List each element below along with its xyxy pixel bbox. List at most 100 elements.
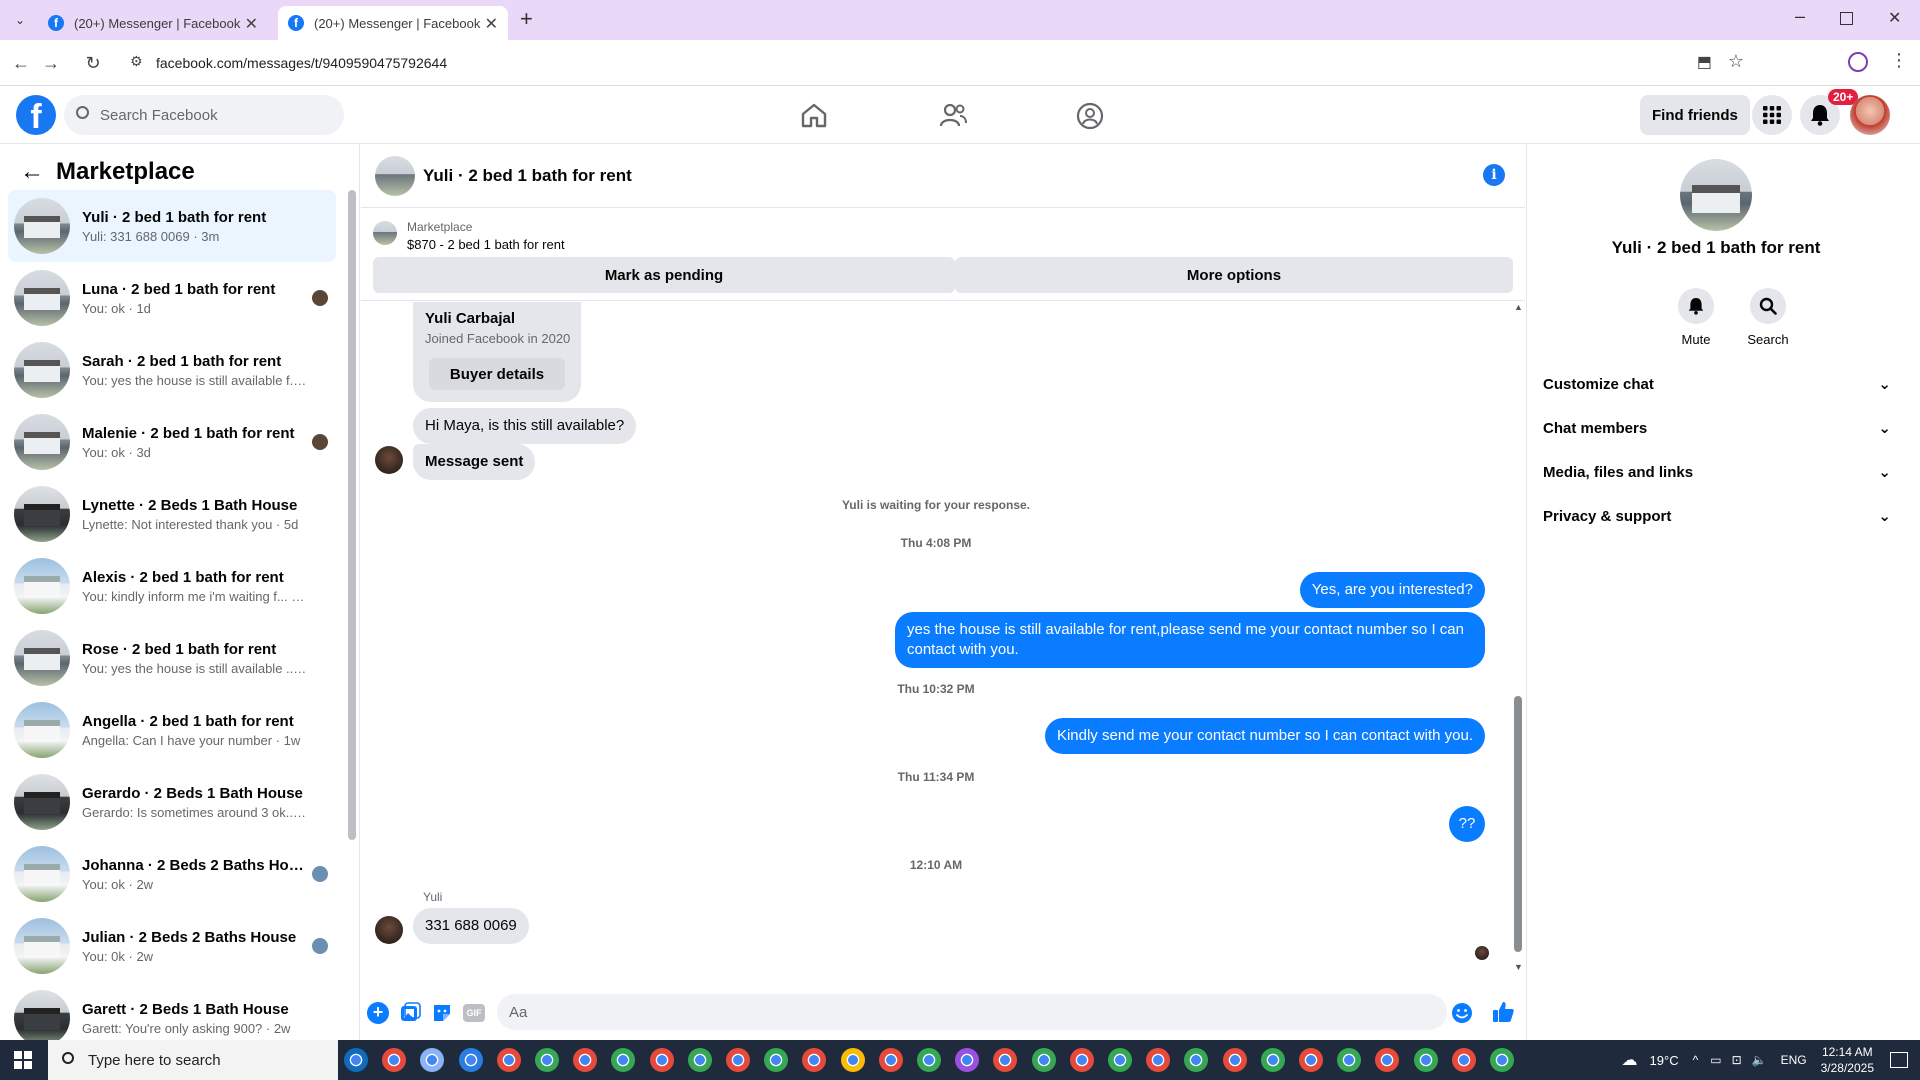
bookmark-star-icon[interactable]: ☆ — [1728, 51, 1744, 72]
taskbar-app-icon[interactable] — [1451, 1048, 1476, 1072]
taskbar-app-icon[interactable] — [1375, 1048, 1400, 1072]
listing-title[interactable]: $870 - 2 bed 1 bath for rent — [407, 237, 565, 252]
taskbar-app-icon[interactable] — [840, 1048, 865, 1072]
weather-icon[interactable]: ☁ — [1622, 1050, 1638, 1070]
tray-chevron-icon[interactable]: ^ — [1693, 1053, 1699, 1067]
taskbar-app-icon[interactable] — [1299, 1048, 1323, 1072]
find-friends-button[interactable]: Find friends — [1640, 95, 1750, 135]
friends-icon[interactable] — [938, 102, 968, 128]
taskbar-app-icon[interactable] — [1184, 1048, 1209, 1072]
account-avatar[interactable] — [1850, 95, 1890, 135]
volume-icon[interactable]: 🔈 — [1752, 1053, 1767, 1067]
conversation-item[interactable]: Alexis · 2 bed 1 bath for rent You: kindl… — [8, 550, 336, 622]
site-info-icon[interactable]: ⚙ — [130, 53, 143, 70]
message-bubble[interactable]: yes the house is still available for ren… — [895, 612, 1485, 668]
taskbar-app-icon[interactable] — [993, 1048, 1018, 1072]
taskbar-app-icon[interactable] — [611, 1048, 636, 1072]
taskbar-app-icon[interactable] — [687, 1048, 712, 1072]
chat-members-section[interactable]: Chat members ⌄ — [1543, 406, 1891, 450]
language-indicator[interactable]: ENG — [1781, 1053, 1807, 1067]
conversation-item[interactable]: Lynette · 2 Beds 1 Bath House Lynette: No… — [8, 478, 336, 550]
close-window-icon[interactable]: ✕ — [1888, 8, 1901, 28]
contact-profile-picture[interactable] — [1680, 159, 1752, 231]
reload-icon[interactable]: ↻ — [80, 50, 106, 76]
browser-tab-1[interactable]: f (20+) Messenger | Facebook ✕ — [38, 6, 268, 40]
chat-scrollbar[interactable]: ▲ ▼ — [1511, 302, 1525, 976]
back-icon[interactable]: ← — [8, 50, 34, 76]
taskbar-app-icon[interactable] — [1031, 1048, 1056, 1072]
message-input[interactable]: Aa — [497, 994, 1447, 1030]
taskbar-app-icon[interactable] — [1069, 1048, 1094, 1072]
new-tab-icon[interactable]: + — [520, 6, 533, 32]
mark-pending-button[interactable]: Mark as pending — [373, 257, 955, 293]
plus-icon[interactable]: + — [367, 1002, 389, 1024]
taskbar-app-icon[interactable] — [1490, 1048, 1514, 1072]
taskbar-app-icon[interactable] — [1146, 1048, 1171, 1072]
thumbs-up-icon[interactable] — [1491, 1000, 1515, 1024]
taskbar-app-icon[interactable] — [344, 1048, 368, 1072]
chat-avatar[interactable] — [375, 156, 415, 196]
maximize-window-icon[interactable] — [1840, 12, 1853, 25]
emoji-icon[interactable] — [1451, 1002, 1473, 1024]
meet-icon[interactable]: ▭ — [1710, 1053, 1721, 1067]
clock[interactable]: 12:14 AM 3/28/2025 — [1821, 1044, 1874, 1076]
browser-tab-2[interactable]: f (20+) Messenger | Facebook ✕ — [278, 6, 508, 40]
search-action[interactable]: Search — [1733, 288, 1803, 347]
taskbar-app-icon[interactable] — [1108, 1048, 1132, 1072]
forward-icon[interactable]: → — [38, 50, 64, 76]
contact-avatar[interactable] — [375, 446, 403, 474]
taskbar-app-icon[interactable] — [573, 1048, 598, 1072]
message-bubble[interactable]: ?? — [1449, 806, 1485, 842]
url-bar[interactable]: ⚙ facebook.com/messages/t/94095904757926… — [122, 45, 1772, 81]
taskbar-app-icon[interactable] — [1337, 1048, 1362, 1072]
taskbar-app-icon[interactable] — [535, 1048, 559, 1072]
taskbar-app-icon[interactable] — [878, 1048, 903, 1072]
taskbar-app-icon[interactable] — [1260, 1048, 1285, 1072]
sticker-icon[interactable] — [431, 1002, 453, 1024]
more-options-button[interactable]: More options — [955, 257, 1513, 293]
taskbar-app-icon[interactable] — [726, 1048, 750, 1072]
message-bubble[interactable]: Hi Maya, is this still available? — [413, 408, 637, 444]
info-icon[interactable]: i — [1483, 164, 1505, 186]
browser-menu-icon[interactable]: ⋮ — [1890, 50, 1908, 71]
taskbar-app-icon[interactable] — [420, 1048, 445, 1072]
chat-title[interactable]: Yuli · 2 bed 1 bath for rent — [423, 166, 632, 186]
conversation-item[interactable]: Julian · 2 Beds 2 Baths House You: 0k · 2… — [8, 910, 336, 982]
message-bubble[interactable]: Yes, are you interested? — [1299, 572, 1485, 608]
windows-start-icon[interactable] — [14, 1051, 32, 1069]
photo-icon[interactable] — [399, 1002, 421, 1024]
taskbar-app-icon[interactable] — [802, 1048, 827, 1072]
contact-avatar[interactable] — [375, 916, 403, 944]
gif-icon[interactable]: GIF — [463, 1004, 485, 1022]
taskbar-app-icon[interactable] — [458, 1048, 483, 1072]
taskbar-app-icon[interactable] — [764, 1048, 789, 1072]
taskbar-app-icon[interactable] — [649, 1048, 674, 1072]
minimize-window-icon[interactable]: – — [1795, 6, 1805, 27]
taskbar-app-icon[interactable] — [1222, 1048, 1247, 1072]
buyer-details-button[interactable]: Buyer details — [429, 358, 565, 390]
conversation-item[interactable]: Yuli · 2 bed 1 bath for rent Yuli: 331 68… — [8, 190, 336, 262]
search-in-chat-button[interactable] — [1750, 288, 1786, 324]
taskbar-app-icon[interactable] — [955, 1048, 980, 1072]
conversation-item[interactable]: Johanna · 2 Beds 2 Baths House You: ok · … — [8, 838, 336, 910]
scroll-down-icon[interactable]: ▼ — [1514, 962, 1523, 972]
media-files-links-section[interactable]: Media, files and links ⌄ — [1543, 450, 1891, 494]
message-bubble[interactable]: 331 688 0069 — [413, 908, 529, 944]
message-bubble[interactable]: Kindly send me your contact number so I … — [1044, 718, 1485, 754]
close-tab-icon[interactable]: ✕ — [245, 14, 258, 34]
taskbar-app-icon[interactable] — [917, 1048, 941, 1072]
tab-list-chevron-icon[interactable]: ⌄ — [10, 10, 30, 30]
privacy-support-section[interactable]: Privacy & support ⌄ — [1543, 494, 1891, 538]
network-icon[interactable]: ⊡ — [1732, 1053, 1742, 1067]
install-app-icon[interactable]: ⬒ — [1697, 52, 1712, 72]
home-icon[interactable] — [800, 102, 828, 128]
conversation-item[interactable]: Malenie · 2 bed 1 bath for rent You: ok ·… — [8, 406, 336, 478]
mute-action[interactable]: Mute — [1661, 288, 1731, 347]
notification-center-icon[interactable] — [1890, 1052, 1908, 1068]
taskbar-search-box[interactable]: Type here to search — [48, 1040, 338, 1080]
taskbar-app-icon[interactable] — [1413, 1048, 1438, 1072]
conversation-item[interactable]: Luna · 2 bed 1 bath for rent You: ok · 1d — [8, 262, 336, 334]
customize-chat-section[interactable]: Customize chat ⌄ — [1543, 362, 1891, 406]
taskbar-app-icon[interactable] — [496, 1048, 521, 1072]
facebook-logo-icon[interactable]: f — [16, 95, 56, 135]
